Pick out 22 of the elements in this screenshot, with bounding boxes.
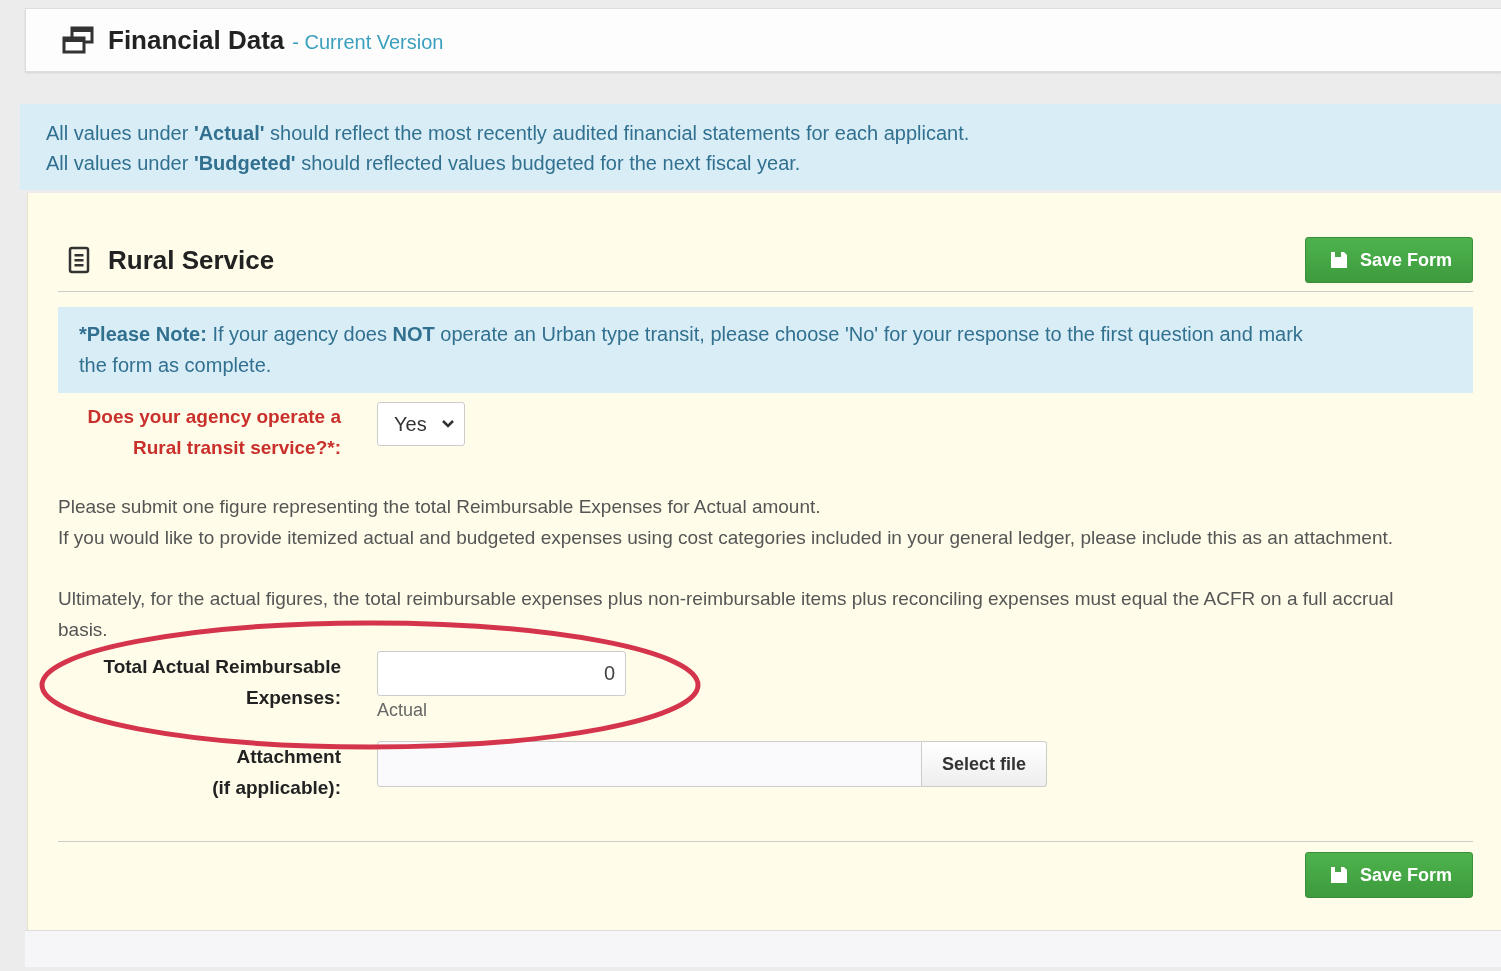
amount-input[interactable]: 0 [377,651,626,696]
field-label: Attachment (if applicable): [211,745,341,800]
document-icon [68,246,90,274]
chevron-down-icon [442,420,454,428]
help-text: Actual [377,700,429,721]
section-title: Rural Service [108,244,275,276]
select-file-button[interactable]: Select file [922,741,1047,787]
field-label: Total Actual Reimbursable Expenses: [102,655,341,710]
instruction-text: Ultimately, for the actual figures, the total reimbursable expenses plus non-reimbursable items plus reconciling expenses must equal the ACFR on a full accrual basis. [58,587,1395,642]
info-text: All values under 'Actual' should reflect the most recently audited financial statements for each applicant. [46,121,971,146]
note-text: *Please Note: If your agency does NOT operate an Urban type transit, please choose 'No' for your response to the first question and mark the form as complete. [58,307,1473,393]
floppy-icon [1330,251,1348,269]
windows-icon [62,26,94,54]
page-title: Financial Data [108,24,285,56]
floppy-icon [1330,866,1348,884]
instruction-text: If you would like to provide itemized actual and budgeted expenses using cost categories included in your general ledger, please include this as an attachment. [58,526,1395,550]
yes-no-select[interactable]: Yes [377,402,465,446]
question-label: Does your agency operate a Rural transit service?*: [86,405,341,460]
page-subtitle: - Current Version [292,30,444,54]
instruction-text: Please submit one figure representing the total Reimbursable Expenses for Actual amount. [58,495,822,519]
file-input[interactable] [377,741,922,787]
info-text: All values under 'Budgeted' should reflected values budgeted for the next fiscal year. [46,151,802,176]
